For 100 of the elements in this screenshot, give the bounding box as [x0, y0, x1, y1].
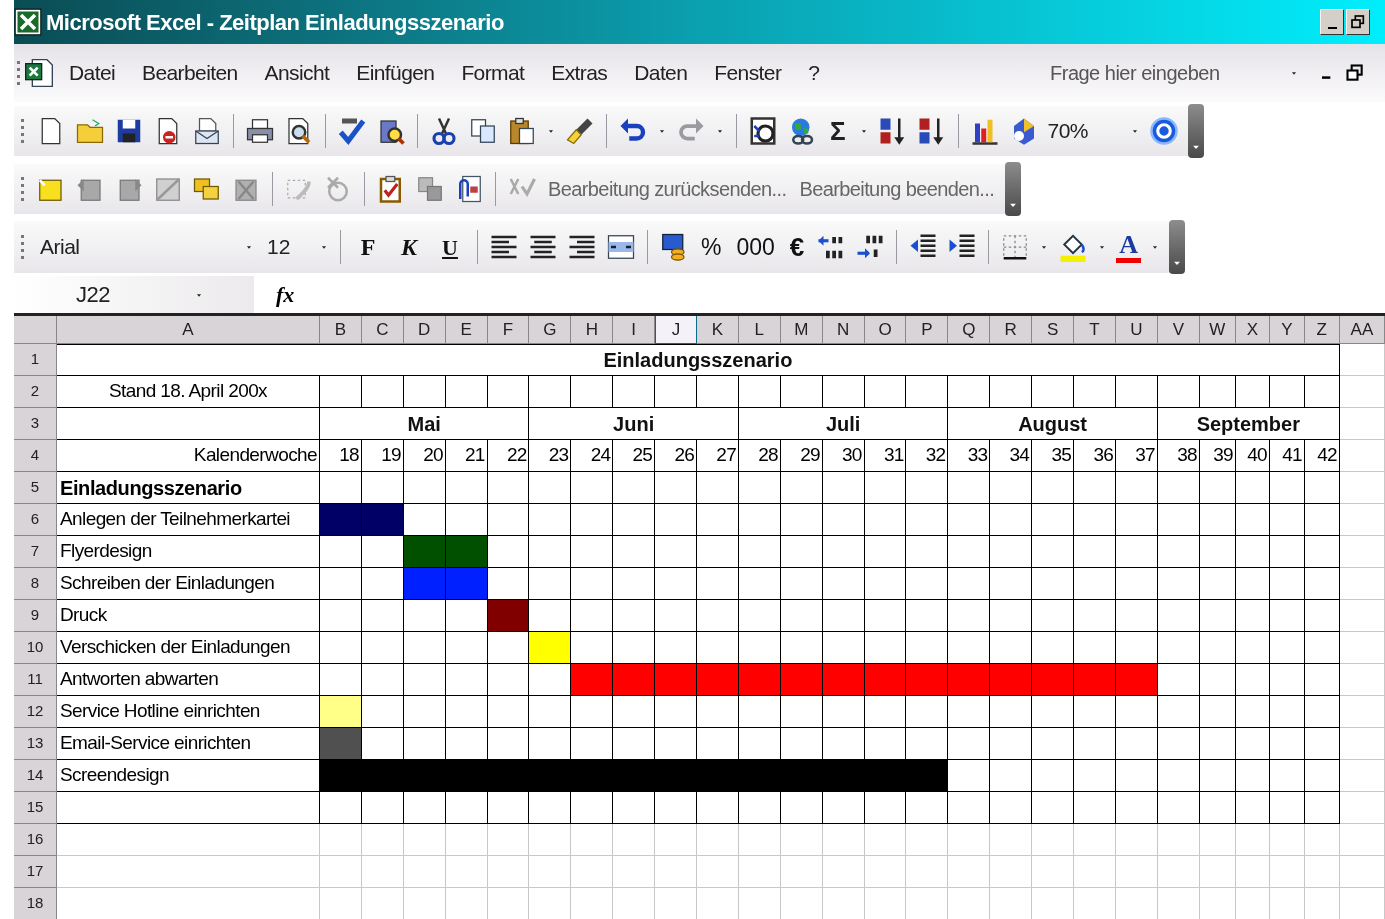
empty-cell[interactable]: [487, 376, 530, 408]
column-header[interactable]: U: [1115, 316, 1158, 344]
currency-conversion-icon[interactable]: [748, 116, 778, 146]
copy-icon[interactable]: [468, 116, 498, 146]
spellcheck-icon[interactable]: [337, 116, 367, 146]
column-header[interactable]: H: [571, 316, 614, 344]
empty-cell[interactable]: [906, 792, 949, 824]
empty-cell[interactable]: [697, 792, 739, 824]
review-button[interactable]: Bearbeitung zurücksenden...: [546, 174, 789, 204]
function-button[interactable]: fx: [276, 278, 295, 311]
row-header[interactable]: 15: [14, 792, 57, 824]
column-header[interactable]: T: [1074, 316, 1116, 344]
email-icon[interactable]: [192, 116, 222, 146]
column-header[interactable]: B: [320, 316, 362, 344]
column-header[interactable]: D: [403, 316, 446, 344]
row-header[interactable]: 7: [14, 536, 57, 568]
column-header[interactable]: L: [738, 316, 781, 344]
empty-cell[interactable]: [1157, 376, 1200, 408]
compare-icon[interactable]: [415, 174, 445, 204]
column-header[interactable]: O: [864, 316, 907, 344]
number-format-button[interactable]: 000: [733, 229, 778, 265]
menu-item[interactable]: Extras: [551, 57, 608, 89]
style-button[interactable]: F: [352, 229, 384, 265]
column-header[interactable]: J: [655, 316, 697, 344]
column-header[interactable]: F: [487, 316, 530, 344]
format-painter-icon[interactable]: [565, 116, 595, 146]
empty-cell[interactable]: [1157, 792, 1200, 824]
empty-cell[interactable]: [571, 792, 614, 824]
column-header[interactable]: V: [1157, 316, 1200, 344]
empty-cell[interactable]: [1235, 792, 1270, 824]
toolbar-grip-icon[interactable]: [21, 119, 24, 143]
merge-center-icon[interactable]: [606, 232, 636, 262]
empty-cell[interactable]: [1199, 792, 1236, 824]
empty-cell[interactable]: [1074, 792, 1116, 824]
column-header[interactable]: C: [361, 316, 404, 344]
menu-item[interactable]: Ansicht: [264, 57, 330, 89]
empty-cell[interactable]: [571, 376, 614, 408]
review-button[interactable]: Bearbeitung beenden...: [797, 174, 997, 204]
row-header[interactable]: 6: [14, 504, 57, 536]
row-header[interactable]: 10: [14, 632, 57, 664]
empty-cell[interactable]: [864, 376, 907, 408]
column-header[interactable]: Q: [948, 316, 991, 344]
row-header[interactable]: 8: [14, 568, 57, 600]
empty-cell[interactable]: [655, 792, 697, 824]
empty-cell[interactable]: [1269, 376, 1305, 408]
font-size-field[interactable]: 12: [267, 229, 329, 265]
empty-cell[interactable]: [864, 792, 907, 824]
empty-cell[interactable]: [948, 792, 991, 824]
empty-cell[interactable]: [445, 792, 488, 824]
restore-button[interactable]: [1346, 9, 1370, 35]
question-field[interactable]: Frage hier eingeben: [1050, 58, 1275, 88]
column-header[interactable]: X: [1235, 316, 1270, 344]
menu-item[interactable]: Datei: [69, 57, 116, 89]
empty-cell[interactable]: [906, 376, 949, 408]
font-color-button[interactable]: A: [1116, 231, 1142, 263]
column-header[interactable]: K: [697, 316, 739, 344]
row-header[interactable]: 16: [14, 824, 57, 856]
empty-cell[interactable]: [1269, 792, 1305, 824]
workbook-icon[interactable]: [23, 57, 55, 89]
paste-icon[interactable]: [507, 116, 537, 146]
empty-cell[interactable]: [487, 792, 530, 824]
toolbar-grip-icon[interactable]: [21, 235, 24, 259]
column-header[interactable]: W: [1199, 316, 1236, 344]
column-header[interactable]: A: [57, 316, 320, 344]
empty-cell[interactable]: [697, 376, 739, 408]
row-header[interactable]: 2: [14, 376, 57, 408]
help-icon[interactable]: [1148, 116, 1179, 146]
empty-cell[interactable]: [320, 792, 362, 824]
cut-icon[interactable]: [429, 116, 459, 146]
number-format-button[interactable]: €: [786, 227, 808, 267]
empty-cell[interactable]: [403, 376, 446, 408]
toolbar-options-button[interactable]: [1169, 220, 1186, 274]
column-header[interactable]: M: [780, 316, 823, 344]
zoom-field[interactable]: 70%: [1047, 114, 1140, 148]
row-header[interactable]: 12: [14, 696, 57, 728]
row-header[interactable]: 1: [14, 344, 57, 376]
column-header[interactable]: R: [990, 316, 1033, 344]
menu-item[interactable]: ?: [808, 57, 820, 89]
empty-cell[interactable]: [1074, 376, 1116, 408]
empty-cell[interactable]: [320, 376, 362, 408]
row-header[interactable]: 14: [14, 760, 57, 792]
menu-item[interactable]: Fenster: [714, 57, 782, 89]
row-header[interactable]: 3: [14, 408, 57, 440]
empty-cell[interactable]: [529, 792, 572, 824]
row-header[interactable]: 11: [14, 664, 57, 696]
empty-cell[interactable]: [780, 376, 823, 408]
empty-cell[interactable]: [529, 376, 572, 408]
empty-cell[interactable]: [1304, 792, 1340, 824]
empty-cell[interactable]: [822, 376, 865, 408]
row-header[interactable]: 18: [14, 888, 57, 919]
row-header[interactable]: 4: [14, 440, 57, 472]
empty-cell[interactable]: [948, 376, 991, 408]
empty-cell[interactable]: [613, 792, 656, 824]
style-button[interactable]: U: [434, 230, 466, 264]
fill-color-icon[interactable]: [1058, 232, 1089, 262]
column-header[interactable]: E: [445, 316, 488, 344]
empty-cell[interactable]: [738, 376, 781, 408]
column-header[interactable]: Z: [1304, 316, 1340, 344]
empty-cell[interactable]: [361, 376, 404, 408]
empty-cell[interactable]: [361, 792, 404, 824]
